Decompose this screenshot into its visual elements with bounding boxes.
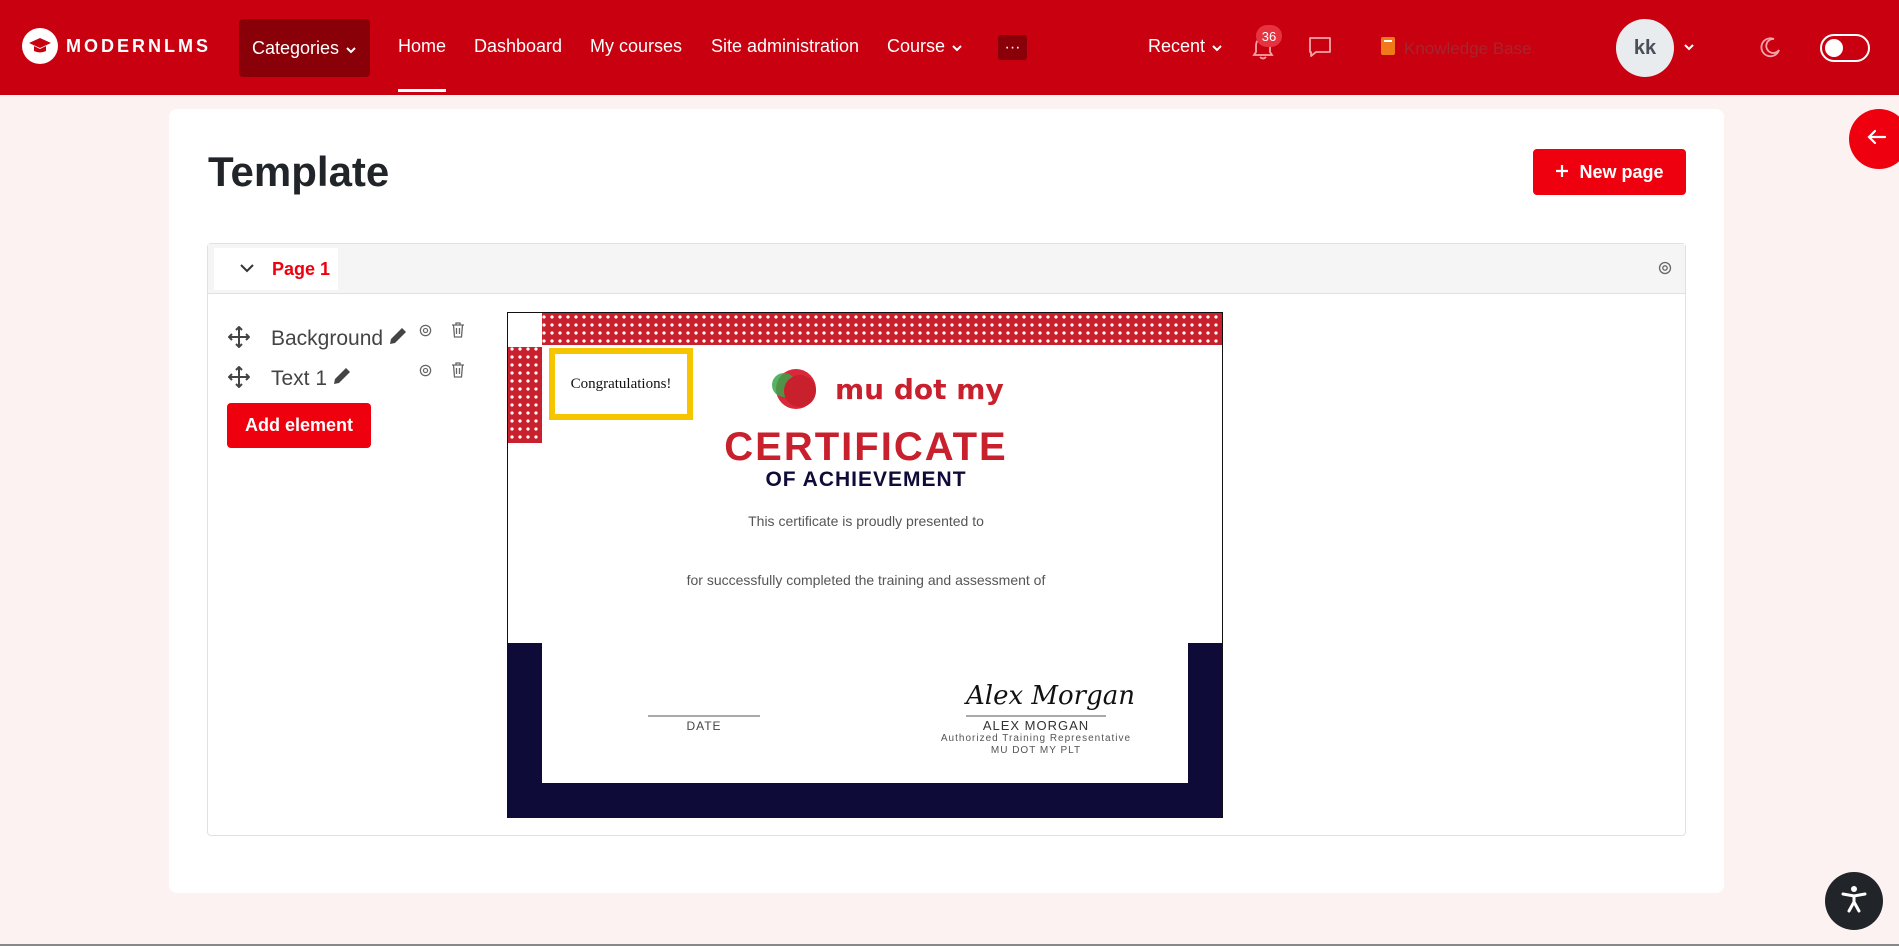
certificate-signer-name: ALEX MORGAN bbox=[982, 718, 1090, 733]
element-text-1: Text 1 bbox=[271, 365, 353, 393]
chevron-down-icon bbox=[345, 38, 357, 59]
certificate-presented-line: This certificate is proudly presented to bbox=[748, 513, 984, 529]
new-page-label: New page bbox=[1579, 161, 1664, 182]
brand-name: MODERNLMS bbox=[66, 35, 211, 56]
element-settings-gear-icon[interactable] bbox=[418, 323, 433, 343]
categories-label: Categories bbox=[251, 37, 340, 58]
add-element-button[interactable]: Add element bbox=[227, 403, 371, 448]
pencil-edit-icon[interactable] bbox=[331, 365, 353, 393]
chevron-down-icon bbox=[240, 260, 254, 278]
element-name-label: Background bbox=[271, 327, 384, 350]
plus-icon bbox=[1555, 162, 1569, 183]
top-navbar: MODERNLMS Categories Home Dashboard My c… bbox=[0, 0, 1899, 95]
nav-dashboard[interactable]: Dashboard bbox=[474, 36, 562, 57]
certificate-signer-role: Authorized Training Representative bbox=[940, 733, 1132, 744]
notification-count-badge: 36 bbox=[1256, 25, 1282, 47]
knowledge-base-label: Knowledge Base bbox=[1404, 38, 1532, 58]
certificate-signature: Alex Morgan bbox=[966, 681, 1135, 711]
pencil-edit-icon[interactable] bbox=[387, 325, 409, 353]
chevron-down-icon bbox=[951, 36, 963, 57]
certificate-brand: mu dot my bbox=[835, 373, 1004, 406]
messages-chat-icon[interactable] bbox=[1306, 34, 1334, 60]
text-element-content: Congratulations! bbox=[570, 375, 672, 392]
element-settings-gear-icon[interactable] bbox=[418, 363, 433, 383]
recent-dropdown[interactable]: Recent bbox=[1148, 36, 1223, 57]
nav-course-dropdown[interactable]: Course bbox=[887, 36, 963, 57]
certificate-preview: Congratulations! mu dot my CERTIFICATE O… bbox=[507, 312, 1223, 818]
certificate-signer-org: MU DOT MY PLT bbox=[990, 745, 1082, 756]
move-handle-icon[interactable] bbox=[227, 365, 251, 393]
page-header: Page 1 bbox=[208, 244, 1685, 294]
page-1-collapse-toggle[interactable]: Page 1 bbox=[214, 248, 338, 290]
certificate-heading: CERTIFICATE bbox=[724, 425, 1008, 469]
dark-mode-toggle[interactable] bbox=[1820, 34, 1870, 62]
delete-trash-icon[interactable] bbox=[451, 322, 465, 343]
nav-my-courses[interactable]: My courses bbox=[590, 36, 682, 57]
accessibility-button[interactable] bbox=[1825, 872, 1883, 930]
recent-label: Recent bbox=[1148, 36, 1206, 56]
user-avatar[interactable]: kk bbox=[1616, 19, 1674, 77]
certificate-date-label: DATE bbox=[686, 719, 722, 733]
course-label: Course bbox=[887, 36, 946, 56]
more-menu-button[interactable]: ··· bbox=[998, 35, 1027, 60]
page-title: Template bbox=[208, 148, 390, 195]
accessibility-person-icon bbox=[1839, 884, 1869, 919]
certificate-subheading: OF ACHIEVEMENT bbox=[765, 468, 967, 491]
page-tab-label: Page 1 bbox=[272, 258, 331, 279]
page-settings-gear-icon[interactable] bbox=[1657, 260, 1673, 281]
user-menu-chevron-down-icon[interactable] bbox=[1682, 40, 1696, 54]
nav-site-administration[interactable]: Site administration bbox=[711, 36, 859, 57]
book-icon bbox=[1380, 36, 1396, 61]
new-page-button[interactable]: New page bbox=[1533, 149, 1686, 195]
graduation-cap-logo-icon bbox=[22, 28, 58, 64]
nav-home[interactable]: Home bbox=[398, 36, 447, 92]
element-name-label: Text 1 bbox=[271, 367, 328, 390]
site-brand[interactable]: MODERNLMS bbox=[22, 28, 211, 64]
chevron-down-icon bbox=[1211, 36, 1223, 57]
arrow-left-icon bbox=[1867, 129, 1887, 150]
open-drawer-button[interactable] bbox=[1849, 109, 1899, 169]
element-background: Background bbox=[271, 325, 409, 353]
knowledge-base-link[interactable]: Knowledge Base bbox=[1380, 36, 1532, 61]
certificate-completion-line: for successfully completed the training … bbox=[686, 572, 1046, 588]
categories-dropdown[interactable]: Categories bbox=[239, 19, 370, 77]
text-element-box[interactable]: Congratulations! bbox=[549, 348, 693, 420]
delete-trash-icon[interactable] bbox=[451, 362, 465, 383]
moon-dark-mode-icon[interactable] bbox=[1758, 34, 1784, 60]
move-handle-icon[interactable] bbox=[227, 325, 251, 353]
